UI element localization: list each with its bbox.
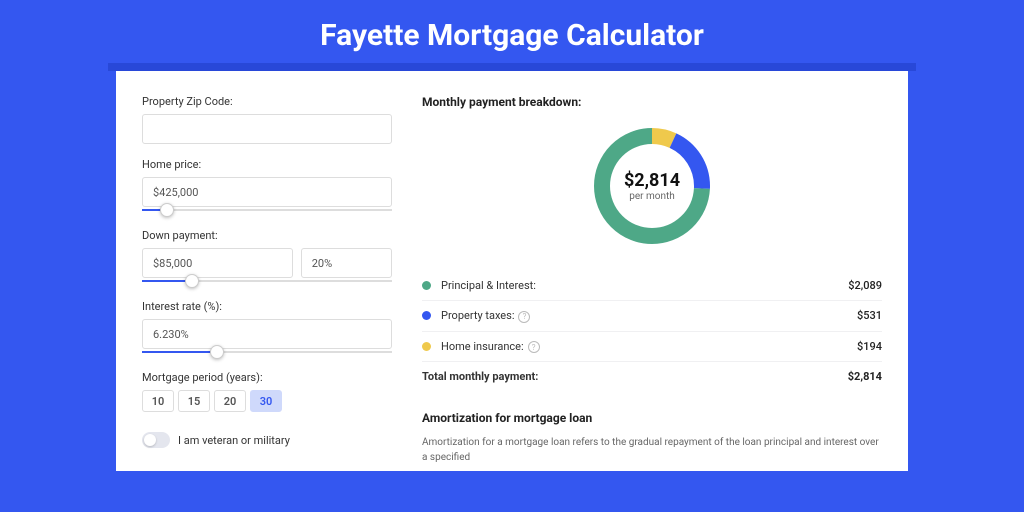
period-options: 10152030	[142, 390, 392, 412]
breakdown-value: $2,089	[848, 279, 882, 292]
legend-dot	[422, 342, 431, 351]
amortization-title: Amortization for mortgage loan	[422, 411, 882, 425]
period-option-30[interactable]: 30	[250, 390, 282, 412]
breakdown-total: Total monthly payment:$2,814	[422, 362, 882, 391]
down-payment-slider[interactable]	[142, 276, 392, 286]
down-payment-amount-input[interactable]	[142, 248, 293, 278]
breakdown-item: Property taxes:?$531	[422, 301, 882, 332]
label-mortgage-period: Mortgage period (years):	[142, 371, 392, 384]
total-label: Total monthly payment:	[422, 370, 848, 383]
veteran-toggle[interactable]	[142, 432, 170, 448]
legend-dot	[422, 281, 431, 290]
home-price-input[interactable]	[142, 177, 392, 207]
donut-chart: $2,814 per month	[587, 121, 717, 251]
breakdown-item: Home insurance:?$194	[422, 332, 882, 363]
slider-thumb[interactable]	[185, 274, 199, 288]
label-interest-rate: Interest rate (%):	[142, 300, 392, 313]
field-home-price: Home price:	[142, 158, 392, 215]
label-home-price: Home price:	[142, 158, 392, 171]
field-zip: Property Zip Code:	[142, 95, 392, 144]
legend-dot	[422, 311, 431, 320]
total-value: $2,814	[848, 370, 882, 383]
veteran-label: I am veteran or military	[178, 434, 290, 447]
slider-track	[142, 209, 392, 211]
amortization-text: Amortization for a mortgage loan refers …	[422, 435, 882, 465]
field-interest-rate: Interest rate (%):	[142, 300, 392, 357]
breakdown-label: Property taxes:?	[441, 309, 857, 323]
breakdown-label: Principal & Interest:	[441, 279, 848, 292]
slider-thumb[interactable]	[160, 203, 174, 217]
breakdown-title: Monthly payment breakdown:	[422, 95, 882, 109]
period-option-20[interactable]: 20	[214, 390, 246, 412]
field-veteran: I am veteran or military	[142, 432, 392, 448]
label-down-payment: Down payment:	[142, 229, 392, 242]
info-icon[interactable]: ?	[518, 311, 530, 323]
form-column: Property Zip Code: Home price: Down paym…	[142, 95, 392, 447]
interest-rate-slider[interactable]	[142, 347, 392, 357]
info-icon[interactable]: ?	[528, 341, 540, 353]
period-option-10[interactable]: 10	[142, 390, 174, 412]
donut-sublabel: per month	[629, 191, 675, 202]
page-title: Fayette Mortgage Calculator	[0, 18, 1024, 53]
breakdown-list: Principal & Interest:$2,089Property taxe…	[422, 271, 882, 391]
breakdown-value: $531	[857, 309, 882, 322]
breakdown-value: $194	[857, 340, 882, 353]
calculator-panel: Property Zip Code: Home price: Down paym…	[116, 71, 908, 471]
donut-chart-wrap: $2,814 per month	[422, 121, 882, 251]
home-price-slider[interactable]	[142, 205, 392, 215]
field-mortgage-period: Mortgage period (years): 10152030	[142, 371, 392, 412]
period-option-15[interactable]: 15	[178, 390, 210, 412]
breakdown-label: Home insurance:?	[441, 340, 857, 354]
page-header: Fayette Mortgage Calculator	[0, 0, 1024, 63]
donut-center: $2,814 per month	[587, 121, 717, 251]
zip-input[interactable]	[142, 114, 392, 144]
donut-value: $2,814	[624, 170, 680, 191]
label-zip: Property Zip Code:	[142, 95, 392, 108]
slider-fill	[142, 351, 217, 353]
slider-thumb[interactable]	[210, 345, 224, 359]
panel-shadow	[108, 63, 916, 71]
down-payment-percent-input[interactable]	[301, 248, 392, 278]
breakdown-item: Principal & Interest:$2,089	[422, 271, 882, 301]
field-down-payment: Down payment:	[142, 229, 392, 286]
breakdown-column: Monthly payment breakdown: $2,814 per mo…	[422, 95, 882, 447]
interest-rate-input[interactable]	[142, 319, 392, 349]
